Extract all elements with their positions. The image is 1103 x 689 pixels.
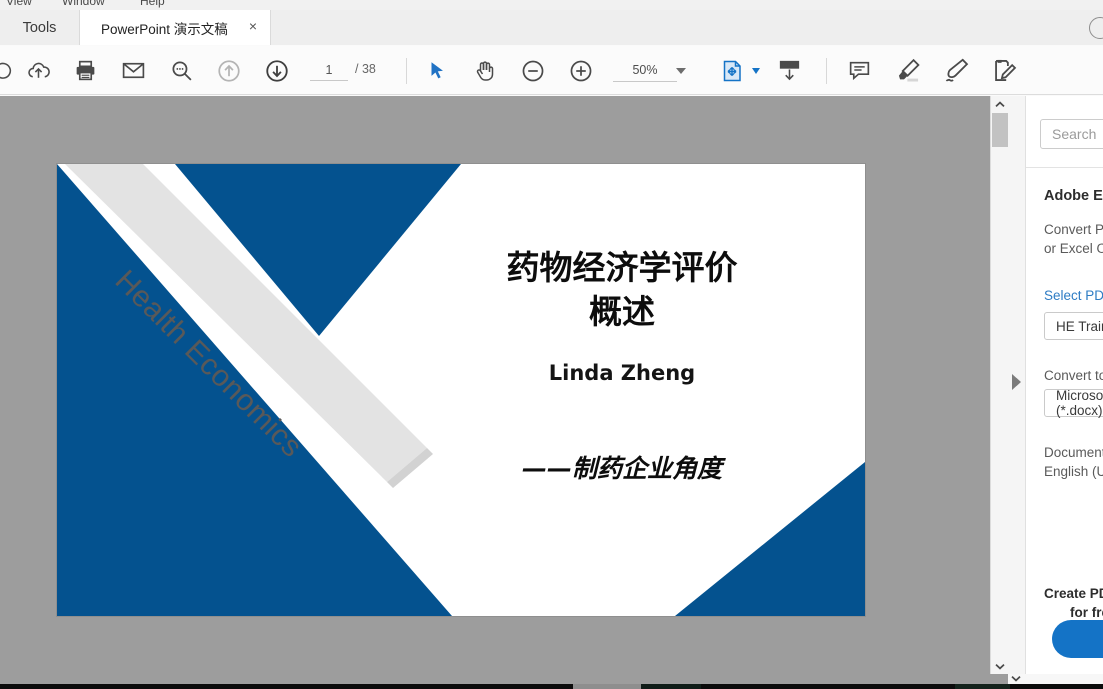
close-icon[interactable]: × — [246, 19, 260, 34]
right-tools-panel: Search Adobe Export PDF Convert PDF file… — [1026, 96, 1103, 674]
viewport-bottom-edge — [0, 674, 1008, 684]
tab-document[interactable]: PowerPoint 演示文稿 × — [79, 10, 271, 45]
panel-description-line1: Convert PDF files to Word — [1044, 222, 1103, 237]
document-vertical-scrollbar[interactable] — [990, 96, 1008, 674]
taskbar-segment-1 — [573, 684, 641, 689]
print-icon[interactable] — [69, 46, 101, 95]
slide-title-line2: 概述 — [589, 291, 655, 331]
page-number-input[interactable]: 1 — [310, 59, 348, 81]
chevron-down-icon[interactable] — [1009, 672, 1023, 684]
document-viewport[interactable]: Health Economics 药物经济学评价 概述 Linda Zheng … — [0, 96, 990, 674]
document-language-value[interactable]: English (U.S.) Change — [1044, 462, 1103, 481]
convert-button[interactable] — [1052, 620, 1103, 658]
cursor-arrow-icon[interactable] — [421, 46, 453, 95]
zoom-in-icon[interactable] — [565, 46, 597, 95]
tab-tools[interactable]: Tools — [0, 10, 79, 45]
scrollbar-track[interactable] — [991, 96, 1008, 674]
slide-graphics — [57, 164, 865, 616]
highlight-pen-icon[interactable] — [891, 46, 925, 95]
select-pdf-link[interactable]: Select PDF File — [1044, 288, 1103, 303]
fill-and-sign-icon[interactable] — [987, 46, 1021, 95]
tab-document-label: PowerPoint 演示文稿 — [101, 21, 228, 37]
selected-pdf-file[interactable]: HE Training.pdf — [1044, 312, 1103, 340]
pdf-page-slide: Health Economics 药物经济学评价 概述 Linda Zheng … — [57, 164, 865, 616]
next-page-icon[interactable] — [261, 46, 293, 95]
panel-splitter[interactable] — [1008, 96, 1026, 674]
convert-target-select[interactable]: Microsoft Word (*.docx) — [1044, 388, 1103, 418]
tab-bar: Tools PowerPoint 演示文稿 × — [0, 10, 1103, 45]
tab-bar-filler — [271, 10, 1103, 45]
slide-subtitle: ——制药企业角度 — [521, 454, 722, 483]
chevron-up-icon[interactable] — [991, 96, 1009, 112]
panel-cta-line2: for free — [1070, 605, 1103, 620]
toolbar-separator-1 — [406, 58, 407, 84]
convert-to-label: Convert to — [1044, 368, 1103, 383]
help-circle-icon[interactable] — [1089, 17, 1103, 39]
document-language-label: Document Language: — [1044, 445, 1103, 460]
upload-cloud-icon[interactable] — [22, 46, 54, 95]
menu-item-window[interactable]: Window — [62, 0, 105, 8]
panel-section-title: Adobe Export PDF — [1044, 188, 1103, 204]
menu-item-view[interactable]: View — [6, 0, 32, 8]
panel-expand-arrow-icon[interactable] — [1012, 374, 1021, 390]
search-input[interactable]: Search — [1040, 119, 1103, 149]
toolbar-separator-2 — [826, 58, 827, 84]
scrollbar-thumb[interactable] — [992, 113, 1008, 147]
draw-pen-icon[interactable] — [939, 46, 973, 95]
panel-cta-line1: Create PDF, edit, and more — [1044, 586, 1103, 601]
previous-page-icon[interactable] — [213, 46, 245, 95]
chevron-down-icon[interactable] — [752, 68, 760, 74]
rotate-icon[interactable] — [0, 46, 18, 95]
search-icon[interactable] — [165, 46, 197, 95]
scroll-mode-icon[interactable] — [773, 46, 805, 95]
slide-title: 药物经济学评价 概述 — [407, 246, 837, 333]
menu-bar: View Window Help — [0, 0, 1103, 10]
panel-description-line2: or Excel Online — [1044, 241, 1103, 256]
main-toolbar: 1 / 38 50% — [0, 46, 1103, 95]
chevron-down-icon[interactable] — [991, 658, 1009, 674]
zoom-level-input[interactable]: 50% — [613, 59, 677, 82]
acrobat-window: View Window Help Tools PowerPoint 演示文稿 × — [0, 0, 1103, 689]
hand-icon[interactable] — [469, 46, 501, 95]
chevron-down-icon[interactable] — [676, 68, 686, 74]
page-total-label: / 38 — [355, 62, 376, 76]
comment-icon[interactable] — [843, 46, 875, 95]
zoom-out-icon[interactable] — [517, 46, 549, 95]
taskbar-segment-2 — [641, 684, 701, 689]
fit-page-icon[interactable] — [717, 46, 747, 95]
email-icon[interactable] — [117, 46, 149, 95]
slide-title-line1: 药物经济学评价 — [506, 248, 738, 287]
panel-divider — [1026, 167, 1103, 168]
menu-item-help[interactable]: Help — [140, 0, 165, 8]
taskbar-segment-3 — [955, 684, 1010, 689]
screen-bottom-bar — [0, 684, 1103, 689]
slide-author: Linda Zheng — [548, 361, 696, 385]
